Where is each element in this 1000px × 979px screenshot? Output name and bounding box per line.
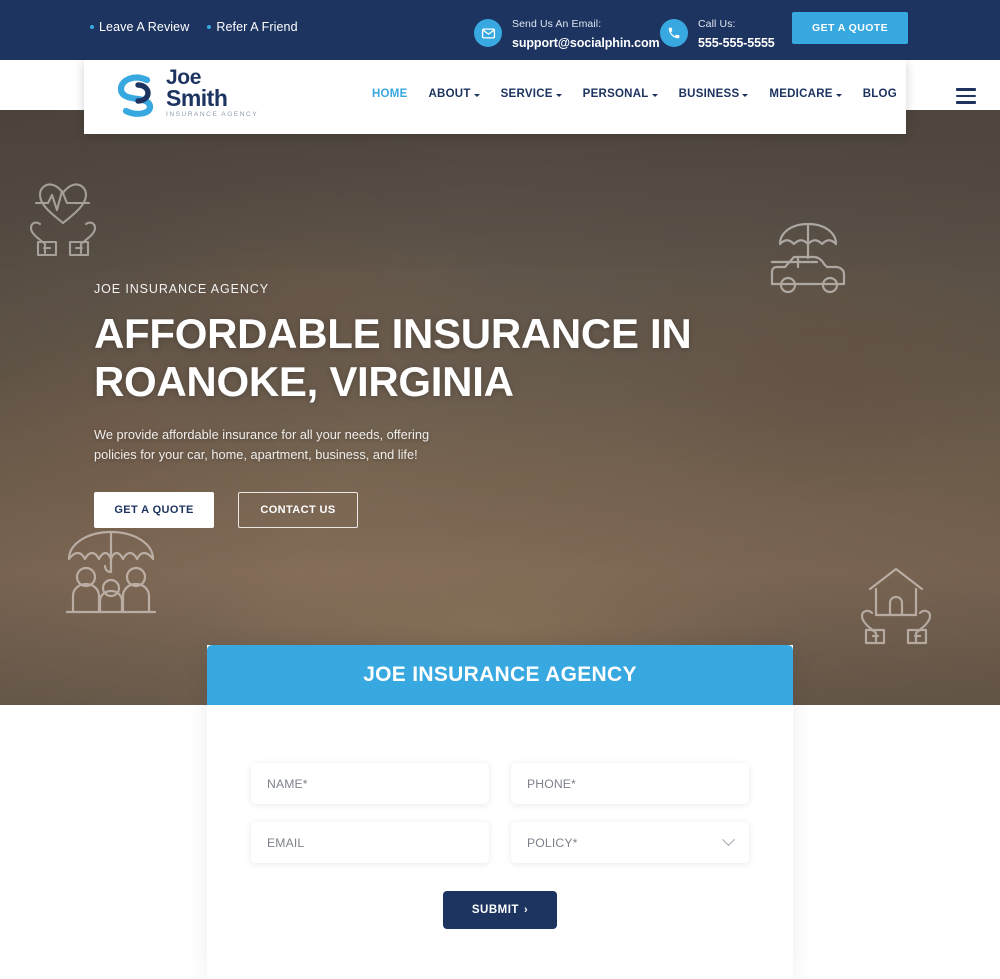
- hero-title-line-1: AFFORDABLE INSURANCE IN: [94, 310, 692, 357]
- hero-section: JOE INSURANCE AGENCY AFFORDABLE INSURANC…: [0, 110, 1000, 705]
- nav-item-blog[interactable]: BLOG: [863, 88, 897, 100]
- top-get-a-quote-button[interactable]: GET A QUOTE: [792, 12, 908, 44]
- nav-label: SERVICE: [500, 88, 553, 100]
- chevron-right-icon: ›: [523, 904, 529, 916]
- site-logo[interactable]: Joe Smith INSURANCE AGENCY: [114, 67, 259, 118]
- name-input-placeholder: NAME*: [267, 776, 308, 791]
- nav-label: MEDICARE: [769, 88, 833, 100]
- policy-select-placeholder: POLICY*: [527, 835, 578, 850]
- name-input[interactable]: NAME*: [251, 763, 489, 804]
- nav-item-personal[interactable]: PERSONAL: [583, 88, 658, 100]
- nav-item-business[interactable]: BUSINESS: [679, 88, 749, 100]
- nav-label: BUSINESS: [678, 88, 740, 100]
- email-value: support@socialphin.com: [512, 36, 660, 50]
- quote-form-title: JOE INSURANCE AGENCY: [363, 663, 637, 686]
- phone-input-placeholder: PHONE*: [527, 776, 576, 791]
- hamburger-menu-icon[interactable]: [956, 88, 976, 104]
- nav-item-medicare[interactable]: MEDICARE: [769, 88, 842, 100]
- top-link-label: Refer A Friend: [216, 20, 298, 34]
- nav-label: HOME: [372, 88, 408, 100]
- hero-title-line-2: ROANOKE, VIRGINIA: [94, 358, 514, 406]
- quote-form-header: JOE INSURANCE AGENCY: [207, 645, 793, 705]
- top-link-leave-a-review[interactable]: Leave A Review: [90, 20, 189, 34]
- hero-subtitle-line-2: your car, home, apartment, business, and…: [158, 447, 418, 463]
- hero-title: AFFORDABLE INSURANCE IN ROANOKE, VIRGINI…: [94, 310, 714, 407]
- email-label: Send Us An Email:: [512, 18, 602, 30]
- top-link-label: Leave A Review: [99, 20, 190, 34]
- hero-subtitle: We provide affordable insurance for all …: [94, 425, 464, 466]
- submit-button[interactable]: SUBMIT ›: [443, 891, 557, 929]
- nav-label: BLOG: [862, 88, 897, 100]
- nav-item-home[interactable]: HOME: [372, 88, 408, 100]
- phone-input[interactable]: PHONE*: [511, 763, 749, 804]
- email-contact-group[interactable]: Send Us An Email: support@socialphin.com: [474, 13, 660, 53]
- top-link-refer-a-friend[interactable]: Refer A Friend: [207, 20, 298, 34]
- nav-label: PERSONAL: [582, 88, 649, 100]
- submit-button-label: SUBMIT: [471, 904, 519, 916]
- top-links-group: Leave A Review Refer A Friend: [90, 20, 298, 34]
- hero-button-group: GET A QUOTE CONTACT US: [94, 492, 714, 529]
- phone-value: 555-555-5555: [698, 36, 775, 50]
- chevron-down-icon: [835, 93, 842, 97]
- chevron-down-icon: [555, 93, 562, 97]
- logo-tagline: INSURANCE AGENCY: [166, 110, 259, 118]
- email-input-placeholder: EMAIL: [267, 835, 305, 850]
- chevron-down-icon: [651, 93, 658, 97]
- chevron-down-icon: [473, 93, 480, 97]
- quote-form-panel: JOE INSURANCE AGENCY NAME* PHONE* EMAIL …: [207, 645, 793, 979]
- bullet-dot-icon: [207, 25, 212, 29]
- logo-text-smith: Smith: [166, 84, 228, 111]
- quote-form-fields: NAME* PHONE* EMAIL POLICY*: [251, 763, 749, 863]
- hero-contact-us-button[interactable]: CONTACT US: [238, 492, 358, 529]
- policy-select[interactable]: POLICY*: [511, 822, 749, 863]
- nav-label: ABOUT: [428, 88, 471, 100]
- email-input[interactable]: EMAIL: [251, 822, 489, 863]
- hero-content: JOE INSURANCE AGENCY AFFORDABLE INSURANC…: [94, 282, 714, 529]
- submit-row: SUBMIT ›: [251, 891, 749, 929]
- chevron-down-icon: [742, 93, 749, 97]
- phone-icon: [660, 19, 688, 47]
- nav-item-about[interactable]: ABOUT: [429, 88, 480, 100]
- main-navigation: HOME ABOUT SERVICE PERSONAL BUSINESS MED…: [372, 88, 897, 100]
- phone-label: Call Us:: [698, 18, 736, 30]
- site-header: Joe Smith INSURANCE AGENCY HOME ABOUT SE…: [84, 60, 976, 134]
- hero-eyebrow: JOE INSURANCE AGENCY: [94, 282, 269, 296]
- top-utility-bar: Leave A Review Refer A Friend Send Us An…: [0, 0, 1000, 60]
- logo-s-mark-icon: [114, 68, 160, 118]
- hero-get-a-quote-button[interactable]: GET A QUOTE: [94, 492, 214, 529]
- envelope-icon: [474, 19, 502, 47]
- quote-form-body: NAME* PHONE* EMAIL POLICY* SUBMIT ›: [207, 705, 793, 979]
- chevron-down-icon: [722, 833, 735, 847]
- nav-item-service[interactable]: SERVICE: [501, 88, 562, 100]
- bullet-dot-icon: [90, 25, 94, 29]
- phone-contact-group[interactable]: Call Us: 555-555-5555: [660, 13, 775, 53]
